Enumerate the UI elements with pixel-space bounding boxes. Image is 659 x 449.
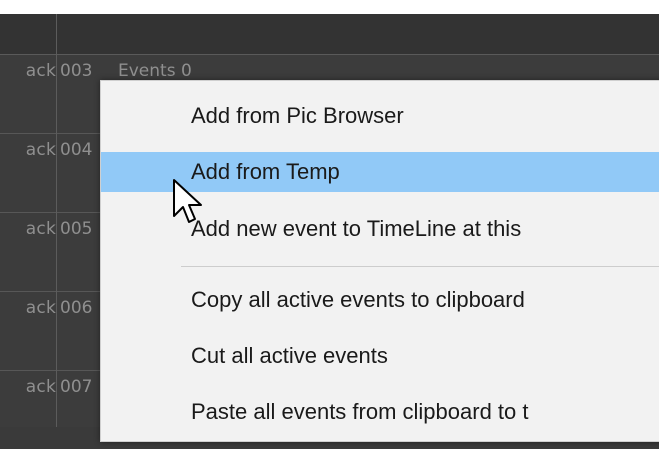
track-number: 007 xyxy=(60,377,93,397)
menu-item-label: Paste all events from clipboard to t xyxy=(191,399,529,424)
column-separator xyxy=(56,14,57,427)
timeline-header xyxy=(0,14,659,55)
track-label: ack xyxy=(25,140,56,160)
menu-item-cut-active-events[interactable]: Cut all active events xyxy=(101,336,659,376)
track-number: 004 xyxy=(60,140,93,160)
menu-item-paste-events[interactable]: Paste all events from clipboard to t xyxy=(101,392,659,432)
mouse-pointer-icon xyxy=(173,179,202,223)
menu-item-label: Cut all active events xyxy=(191,343,388,368)
track-number: 006 xyxy=(60,298,93,318)
menu-item-copy-active-events[interactable]: Copy all active events to clipboard xyxy=(101,280,659,320)
track-number: 005 xyxy=(60,219,93,239)
menu-separator xyxy=(181,266,659,267)
menu-item-add-from-pic-browser[interactable]: Add from Pic Browser xyxy=(101,96,659,136)
track-label: ack xyxy=(25,298,56,318)
track-number: 003 xyxy=(60,61,93,81)
menu-item-label: Add from Pic Browser xyxy=(191,103,404,128)
track-label: ack xyxy=(25,377,56,397)
context-menu: Add from Pic Browser Add from Temp Add n… xyxy=(100,80,659,442)
menu-item-label: Add from Temp xyxy=(191,159,340,184)
window-top-strip xyxy=(0,0,659,14)
menu-item-label: Copy all active events to clipboard xyxy=(191,287,525,312)
track-label: ack xyxy=(25,61,56,81)
track-events-count: Events 0 xyxy=(118,61,192,81)
track-label: ack xyxy=(25,219,56,239)
menu-item-label: Add new event to TimeLine at this xyxy=(191,216,522,241)
